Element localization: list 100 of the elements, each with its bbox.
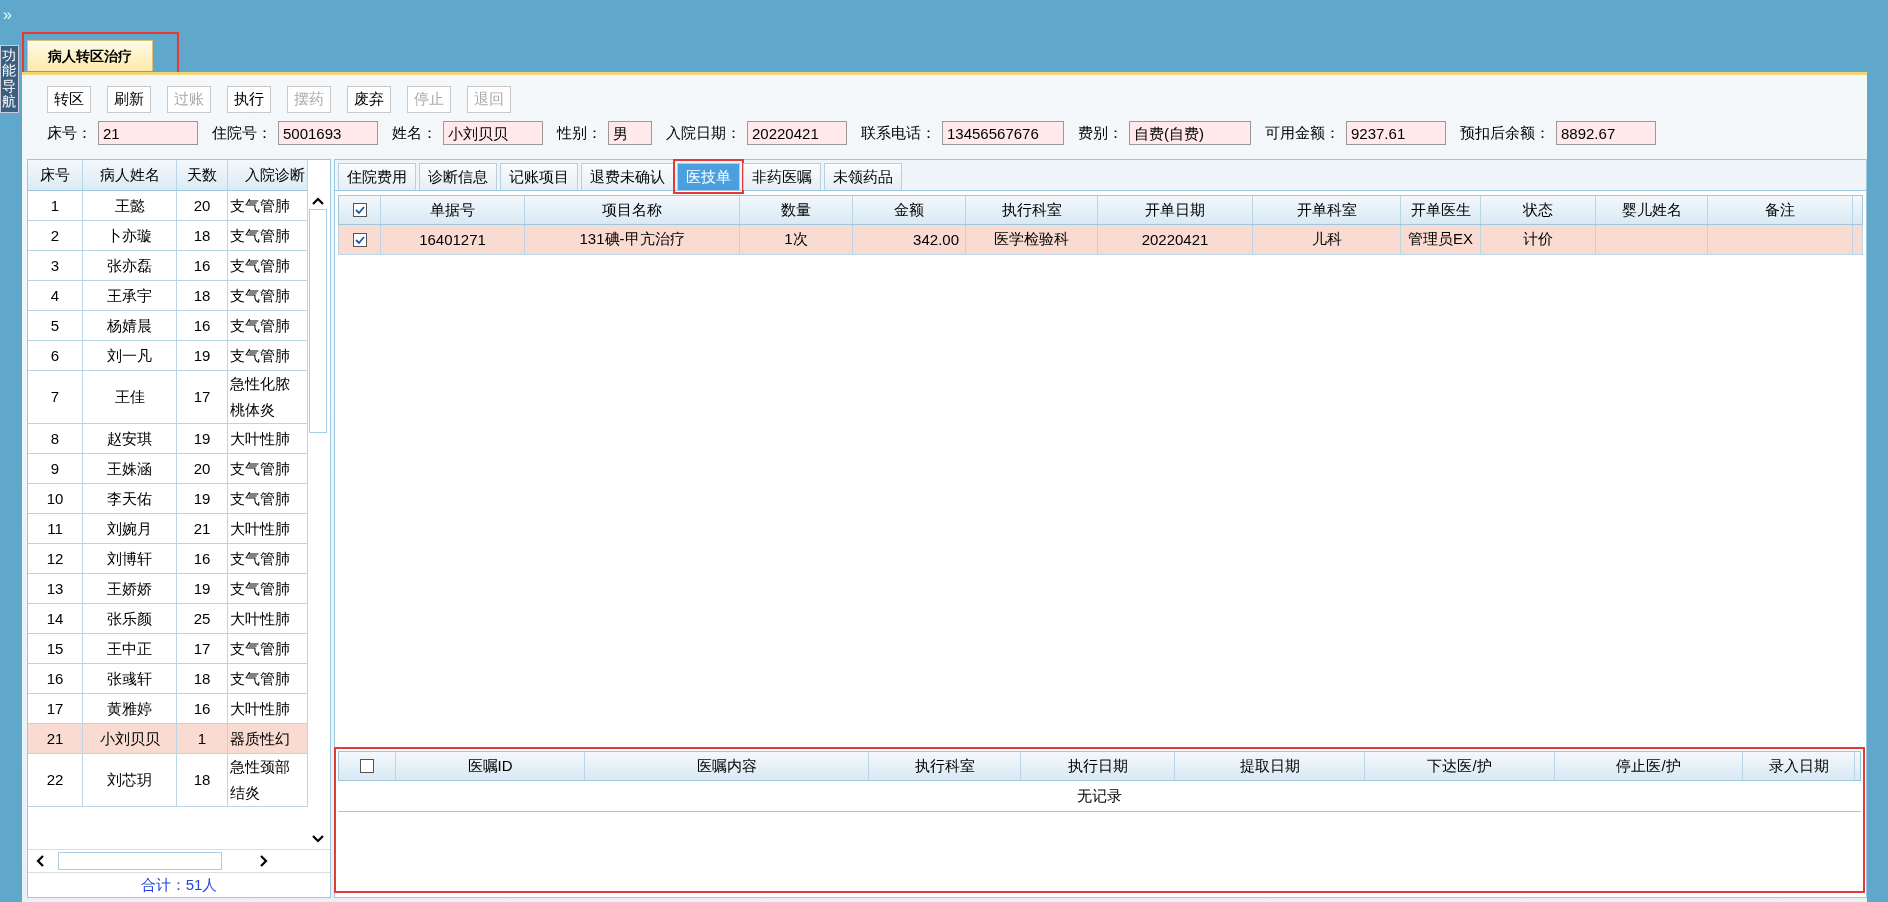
toolbar-button[interactable]: 废弃 [347,86,391,113]
input-field[interactable]: 5001693 [278,121,378,145]
checkbox[interactable] [360,759,374,773]
toolbar-button[interactable]: 转区 [47,86,91,113]
column-header[interactable]: 录入日期 [1743,752,1855,780]
patient-row[interactable]: 7 王佳 17 急性化脓 桃体炎 [28,371,308,424]
order-row[interactable]: 16401271 131碘-甲亢治疗 1次 342.00 医学检验科 20220421 儿科 管理员EX 计价 [338,225,1863,255]
table-cell: 黄雅婷 [83,694,177,723]
table-cell: 赵安琪 [83,424,177,453]
patient-row[interactable]: 22 刘芯玥 18 急性颈部 结炎 [28,754,308,807]
table-cell: 王姝涵 [83,454,177,483]
column-header[interactable]: 金额 [853,196,966,224]
table-cell: 1次 [784,230,808,249]
table-cell: 17 [177,634,228,663]
table-cell: 16401271 [419,231,486,248]
table-cell: 2 [28,221,83,250]
input-field[interactable]: 小刘贝贝 [443,121,543,145]
column-header[interactable]: 开单医生 [1401,196,1481,224]
column-header[interactable]: 医嘱ID [396,752,585,780]
column-header[interactable]: 病人姓名 [83,160,177,191]
input-field[interactable]: 自费(自费) [1129,121,1251,145]
table-cell: 李天佑 [83,484,177,513]
patient-row[interactable]: 12 刘博轩 16 支气管肺 [28,544,308,574]
table-cell: 王佳 [83,371,177,423]
scroll-left-icon[interactable] [36,855,44,867]
table-cell: 儿科 [1311,230,1342,249]
main-tab[interactable]: 病人转区治疗 [27,40,153,71]
table-cell: 17 [177,371,228,423]
column-header[interactable]: 项目名称 [525,196,740,224]
column-header[interactable]: 床号 [28,160,83,191]
patient-row[interactable]: 11 刘婉月 21 大叶性肺 [28,514,308,544]
patient-row[interactable]: 14 张乐颜 25 大叶性肺 [28,604,308,634]
table-cell: 19 [177,484,228,513]
column-header[interactable]: 开单科室 [1253,196,1401,224]
column-header[interactable]: 备注 [1708,196,1853,224]
column-header[interactable]: 停止医/护 [1555,752,1743,780]
field-label: 姓名： [392,123,437,143]
detail-tab[interactable]: 记账项目 [500,163,578,190]
table-cell: 刘博轩 [83,544,177,573]
detail-tab[interactable]: 非药医嘱 [743,163,821,190]
input-field[interactable]: 男 [608,121,652,145]
patient-row[interactable]: 16 张彧轩 18 支气管肺 [28,664,308,694]
column-header[interactable]: 执行日期 [1021,752,1175,780]
detail-tab[interactable]: 诊断信息 [419,163,497,190]
patient-row[interactable]: 8 赵安琪 19 大叶性肺 [28,424,308,454]
patient-row[interactable]: 13 王娇娇 19 支气管肺 [28,574,308,604]
field-label: 联系电话： [861,123,936,143]
column-header[interactable]: 执行科室 [869,752,1021,780]
checkbox[interactable] [352,232,367,247]
column-header[interactable]: 开单日期 [1098,196,1253,224]
scroll-down-icon[interactable] [311,835,324,843]
column-header[interactable]: 天数 [177,160,228,191]
detail-tab[interactable]: 住院费用 [338,163,416,190]
patient-row[interactable]: 15 王中正 17 支气管肺 [28,634,308,664]
side-tab[interactable]: 功能导航 [0,45,19,113]
column-header[interactable]: 执行科室 [966,196,1098,224]
table-cell: 19 [177,574,228,603]
column-header[interactable]: 下达医/护 [1365,752,1555,780]
toolbar-button[interactable]: 执行 [227,86,271,113]
patient-row[interactable]: 1 王懿 20 支气管肺 [28,191,308,221]
horizontal-scrollbar[interactable] [28,849,330,872]
table-cell: 19 [177,424,228,453]
column-header[interactable]: 状态 [1481,196,1596,224]
column-header[interactable]: 提取日期 [1175,752,1365,780]
table-cell: 15 [28,634,83,663]
table-cell: 8 [28,424,83,453]
patient-row[interactable]: 4 王承宇 18 支气管肺 [28,281,308,311]
field-label: 预扣后余额： [1460,123,1550,143]
checkbox[interactable] [352,203,367,217]
input-field[interactable]: 8892.67 [1556,121,1656,145]
column-header[interactable]: 婴儿姓名 [1596,196,1708,224]
column-header[interactable]: 数量 [740,196,853,224]
detail-tab[interactable]: 退费未确认 [581,163,674,190]
table-cell: 22 [28,754,83,806]
input-field[interactable]: 13456567676 [942,121,1064,145]
patient-row[interactable]: 9 王姝涵 20 支气管肺 [28,454,308,484]
patient-row[interactable]: 2 卜亦璇 18 支气管肺 [28,221,308,251]
scroll-right-icon[interactable] [260,855,268,867]
patient-row[interactable]: 21 小刘贝贝 1 器质性幻 [28,724,308,754]
patient-row[interactable]: 10 李天佑 19 支气管肺 [28,484,308,514]
table-cell: 13 [28,574,83,603]
toolbar-button[interactable]: 刷新 [107,86,151,113]
table-cell: 16 [177,311,228,340]
table-cell: 刘婉月 [83,514,177,543]
input-field[interactable]: 20220421 [747,121,847,145]
column-header[interactable]: 医嘱内容 [585,752,869,780]
table-cell: 卜亦璇 [83,221,177,250]
table-cell: 6 [28,341,83,370]
detail-tab[interactable]: 未领药品 [824,163,902,190]
column-header[interactable]: 入院诊断 [228,160,308,191]
table-cell: 张亦磊 [83,251,177,280]
scroll-up-icon[interactable] [311,197,324,205]
table-cell: 16 [177,694,228,723]
column-header[interactable]: 单据号 [381,196,525,224]
input-field[interactable]: 9237.61 [1346,121,1446,145]
patient-row[interactable]: 3 张亦磊 16 支气管肺 [28,251,308,281]
input-field[interactable]: 21 [98,121,198,145]
table-cell: 刘芯玥 [83,754,177,806]
patient-row[interactable]: 6 刘一凡 19 支气管肺 [28,341,308,371]
patient-row[interactable]: 5 杨婧晨 16 支气管肺 [28,311,308,341]
